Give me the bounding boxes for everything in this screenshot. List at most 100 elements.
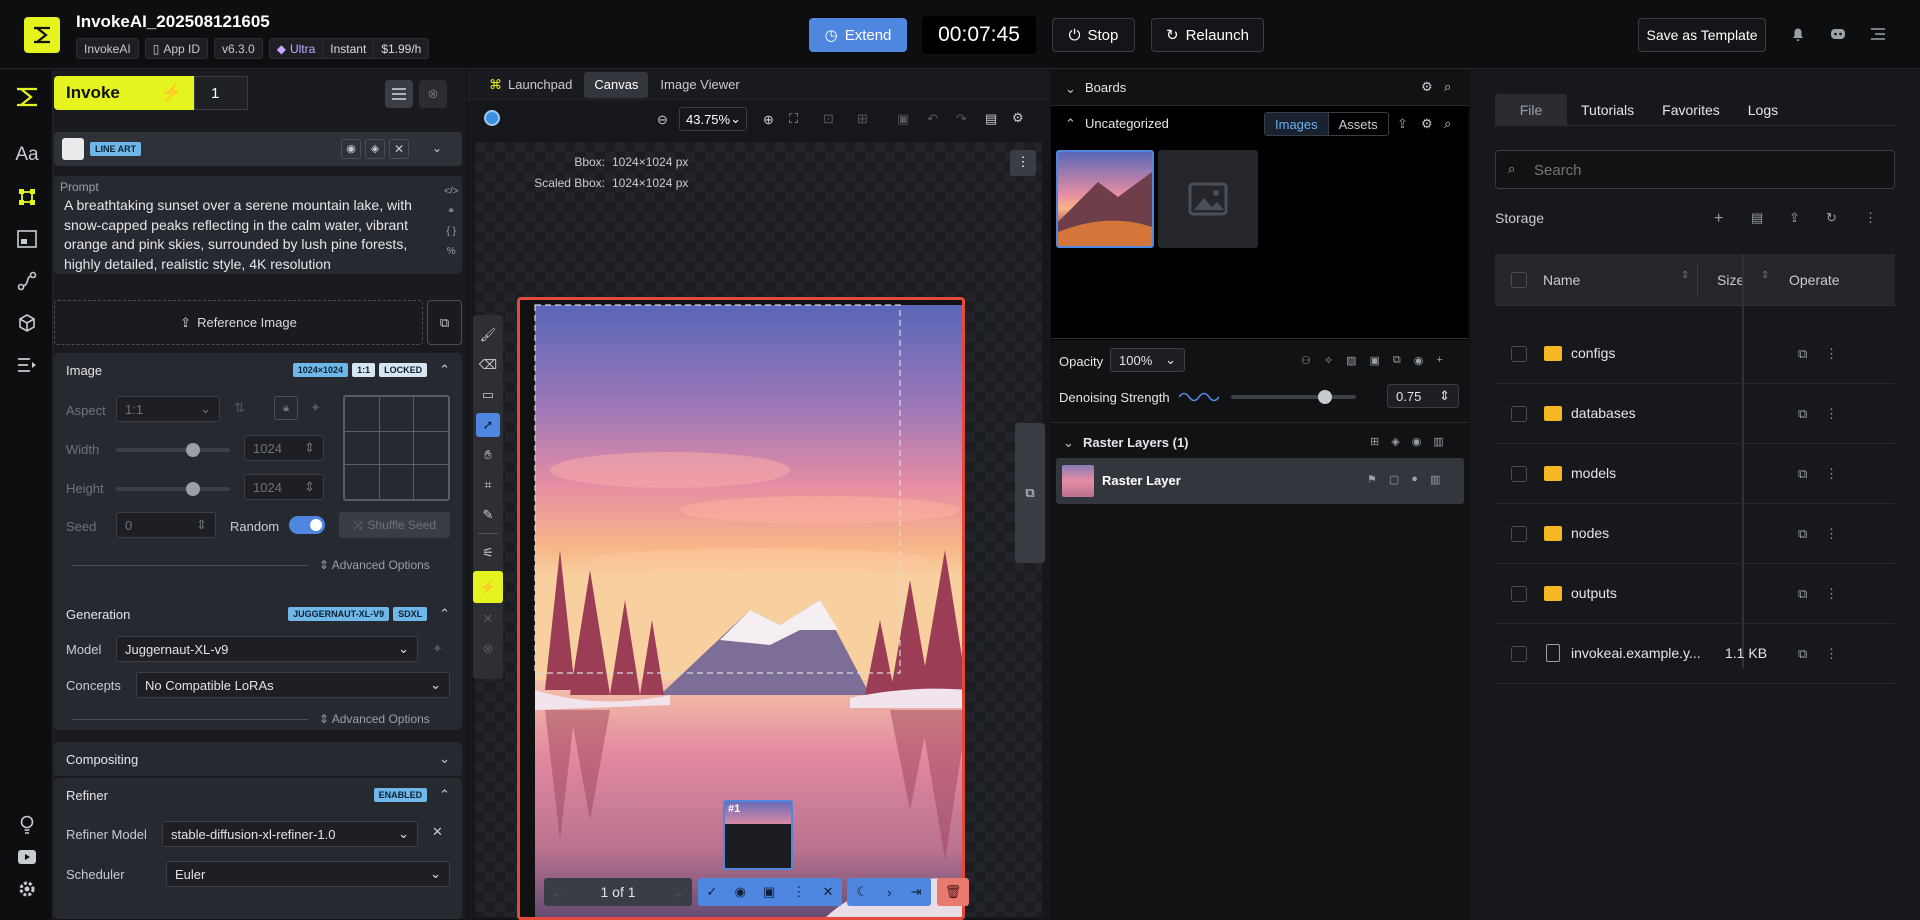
layers-icon[interactable]: ◈ <box>1391 435 1399 448</box>
table-row[interactable]: outputs ⧉ ⋮ <box>1495 564 1895 624</box>
row-checkbox[interactable] <box>1511 346 1527 362</box>
table-row[interactable]: configs ⧉ ⋮ <box>1495 324 1895 384</box>
cancel-icon[interactable]: ✕ <box>476 607 500 631</box>
row-checkbox[interactable] <box>1511 526 1527 542</box>
width-input[interactable]: 1024 ⇕ <box>244 435 324 461</box>
merge-icon[interactable]: ⚇ <box>1301 354 1311 367</box>
file-name[interactable]: invokeai.example.y... <box>1571 645 1701 661</box>
extend-button[interactable]: ◷ Extend <box>809 18 907 52</box>
settings-gear-icon[interactable] <box>14 876 40 902</box>
upscale-icon[interactable] <box>14 226 40 252</box>
fit-icon[interactable]: ⛶ <box>789 111 798 127</box>
brush-color-swatch[interactable] <box>484 110 500 126</box>
color-picker-icon[interactable]: ✎ <box>476 503 500 527</box>
save-icon[interactable]: ▣ <box>763 884 775 900</box>
generation-section-header[interactable]: Generation JUGGERNAUT-XL-V9 SDXL ⌃ <box>54 597 462 631</box>
relaunch-button[interactable]: ↻ Relaunch <box>1151 18 1264 52</box>
refiner-section-header[interactable]: Refiner ENABLED ⌃ <box>54 778 462 812</box>
more-icon[interactable]: ⋮ <box>1825 346 1839 361</box>
table-row[interactable]: nodes ⧉ ⋮ <box>1495 504 1895 564</box>
select-all-checkbox[interactable] <box>1511 272 1527 288</box>
prompt-text[interactable]: A breathtaking sunset over a serene moun… <box>64 196 436 274</box>
tab-canvas[interactable]: Canvas <box>584 71 649 98</box>
swap-icon[interactable]: ⇅ <box>234 400 245 416</box>
denoise-slider[interactable] <box>1231 390 1356 404</box>
sparkle-icon[interactable]: ✦ <box>310 400 321 416</box>
stop-button[interactable]: ⏻ Stop <box>1052 18 1135 52</box>
more-icon[interactable]: ⋮ <box>1825 526 1839 541</box>
youtube-icon[interactable] <box>14 844 40 870</box>
search-field[interactable] <box>1534 159 1874 181</box>
file-name[interactable]: nodes <box>1571 525 1609 541</box>
app-id-chip[interactable]: ▯ App ID <box>144 38 208 59</box>
model-select[interactable]: Juggernaut-XL-v9 ⌄ <box>116 636 418 662</box>
sort-icon[interactable]: ⇕ <box>1681 270 1689 281</box>
file-name[interactable]: outputs <box>1571 585 1617 601</box>
fit-layers-icon[interactable]: ⊞ <box>857 111 868 127</box>
rectangle-tool-icon[interactable]: ▭ <box>476 383 500 407</box>
arrow-right-icon[interactable]: → <box>671 885 684 900</box>
image-section-header[interactable]: Image 1024×1024 1:1 LOCKED ⌃ <box>54 353 462 387</box>
height-slider[interactable] <box>116 482 230 496</box>
tab-tutorials[interactable]: Tutorials <box>1567 94 1648 125</box>
image-icon[interactable]: ▨ <box>1346 354 1356 367</box>
advanced-options-toggle[interactable]: ⇕ Advanced Options <box>319 712 430 726</box>
eye-icon[interactable]: ◉ <box>735 884 746 900</box>
save-icon[interactable]: ▣ <box>897 111 909 127</box>
column-size[interactable]: Size <box>1717 272 1744 288</box>
aspect-select[interactable]: 1:1 ⌄ <box>116 396 220 422</box>
arrow-left-icon[interactable]: ← <box>552 885 565 900</box>
queue-count-stepper[interactable]: 1 <box>194 76 248 110</box>
close-icon[interactable]: ✕ <box>823 884 834 900</box>
invoke-button[interactable]: Invoke ⚡ <box>54 76 194 110</box>
search-icon[interactable]: ⌕ <box>1444 79 1451 95</box>
denoise-input[interactable]: 0.75 ⇕ <box>1387 384 1459 408</box>
chevron-down-icon[interactable]: ⌄ <box>432 141 442 155</box>
staging-thumbnail[interactable]: #1 <box>723 800 793 870</box>
code-icon[interactable]: </> <box>444 182 458 202</box>
eye-icon[interactable]: ◉ <box>1414 354 1424 367</box>
settings-gear-icon[interactable]: ⚙ <box>1421 79 1433 95</box>
lightbulb-icon[interactable] <box>14 812 40 838</box>
search-input[interactable]: ⌕ <box>1495 150 1895 189</box>
filters-icon[interactable]: ⚟ <box>476 541 500 565</box>
sort-icon[interactable]: ⇕ <box>1761 270 1769 281</box>
delete-button[interactable]: 🗑︎ <box>937 878 969 906</box>
zoom-out-icon[interactable]: ⊖ <box>657 112 668 128</box>
add-icon[interactable]: + <box>1714 210 1723 228</box>
moon-icon[interactable]: ☾ <box>857 884 869 900</box>
more-icon[interactable]: ⋮ <box>1825 646 1839 661</box>
invoke-brand-icon[interactable] <box>14 84 40 110</box>
redo-icon[interactable]: ↷ <box>956 111 967 127</box>
concepts-select[interactable]: No Compatible LoRAs ⌄ <box>136 672 450 698</box>
chevron-right-icon[interactable]: › <box>887 885 891 900</box>
gallery-placeholder[interactable] <box>1158 150 1258 248</box>
braces-icon[interactable]: { } <box>444 222 458 242</box>
lock-icon[interactable]: 🔒︎ <box>274 396 298 420</box>
copy-icon[interactable]: ⧉ <box>1798 586 1812 601</box>
zoom-in-icon[interactable]: ⊕ <box>763 112 774 128</box>
lock-icon[interactable]: ▢ <box>1389 473 1399 486</box>
height-input[interactable]: 1024 ⇕ <box>244 474 324 500</box>
row-checkbox[interactable] <box>1511 646 1527 662</box>
tab-image-viewer[interactable]: Image Viewer <box>650 72 749 98</box>
more-icon[interactable]: ⋮ <box>792 884 805 900</box>
brush-tool-icon[interactable]: 🖌︎ <box>476 323 500 347</box>
layers-icon[interactable]: ◈ <box>365 139 385 159</box>
cancel-queue-button[interactable]: ⊗ <box>419 80 447 108</box>
bookmark-icon[interactable]: ⚑ <box>1367 473 1377 486</box>
random-toggle[interactable] <box>289 516 325 534</box>
move-tool-icon[interactable]: ➚ <box>476 413 500 437</box>
copy-icon[interactable]: ⧉ <box>1798 466 1812 481</box>
canvas-more-button[interactable]: ⋮ <box>1010 150 1036 176</box>
more-icon[interactable]: ⋮ <box>1864 210 1877 226</box>
archive-icon[interactable]: ▤ <box>1751 210 1763 226</box>
assets-tab[interactable]: Assets <box>1329 113 1388 135</box>
copy-icon[interactable]: ⧉ <box>1798 526 1812 541</box>
column-name[interactable]: Name <box>1543 272 1580 288</box>
width-slider[interactable] <box>116 443 230 457</box>
compositing-section[interactable]: Compositing ⌄ <box>54 742 462 776</box>
queue-menu-button[interactable] <box>385 80 413 108</box>
chevron-up-icon[interactable]: ⌃ <box>439 606 450 622</box>
eye-icon[interactable]: ◉ <box>1412 435 1422 448</box>
